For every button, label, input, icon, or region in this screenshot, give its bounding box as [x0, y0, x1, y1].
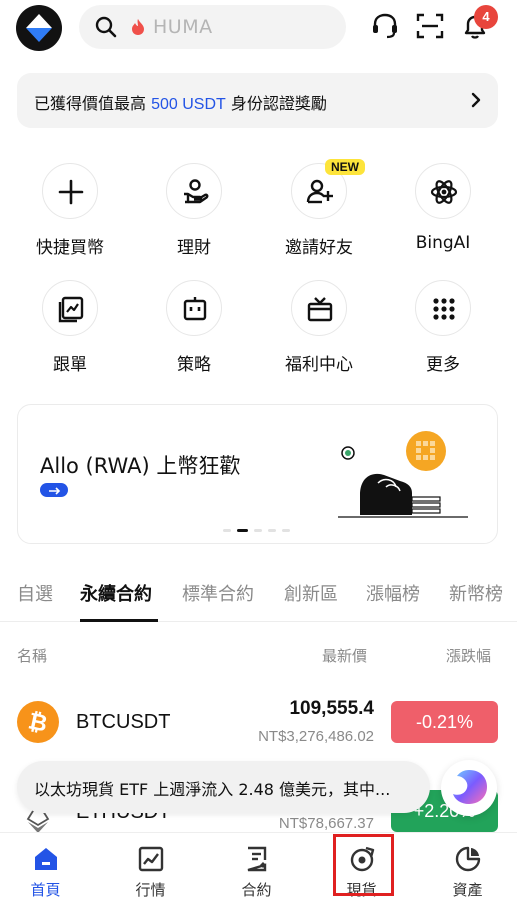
promo-carousel-card[interactable]: Allo (RWA) 上幣狂歡: [17, 404, 498, 544]
quick-action-label: 邀請好友: [285, 238, 353, 258]
nav-home[interactable]: 首頁: [0, 833, 97, 897]
quick-action-rewards-center[interactable]: 福利中心: [269, 280, 369, 380]
market-chart-icon: [138, 846, 164, 872]
market-tabs: 自選 永續合約 標準合約 創新區 漲幅榜 新幣榜: [0, 570, 517, 622]
quick-action-buy-crypto[interactable]: 快捷買幣: [20, 163, 120, 263]
more-grid-icon: [433, 298, 455, 320]
copy-trade-icon: [58, 296, 84, 323]
hot-flame-icon: [132, 19, 144, 35]
scan-icon[interactable]: [414, 10, 446, 42]
symbol: BTCUSDT: [76, 711, 171, 733]
nav-assets[interactable]: 資產: [416, 833, 517, 897]
news-ticker-toast[interactable]: 以太坊現貨 ETF 上週淨流入 2.48 億美元，其中...: [17, 761, 430, 813]
quick-action-label: 福利中心: [285, 355, 353, 375]
tab-favorites[interactable]: 自選: [17, 580, 53, 606]
tab-standard-futures[interactable]: 標準合約: [182, 580, 254, 606]
promo-title: Allo (RWA) 上幣狂歡: [40, 454, 241, 478]
notification-badge: 4: [474, 5, 498, 29]
quick-action-bingai[interactable]: BingAI: [393, 163, 493, 263]
ai-orb-icon: [453, 770, 487, 804]
carousel-indicator: [223, 529, 290, 532]
quick-action-strategy[interactable]: 策略: [144, 280, 244, 380]
headset-icon[interactable]: [369, 10, 401, 42]
svg-text:₿: ₿: [26, 708, 50, 737]
arrow-right-icon: [49, 487, 61, 495]
spot-tab-highlight: [333, 834, 394, 896]
fiat-price: NT$78,667.37: [278, 815, 374, 832]
chevron-right-icon: [471, 92, 481, 108]
plus-icon: [58, 179, 84, 205]
news-text: 以太坊現貨 ETF 上週淨流入 2.48 億美元，其中...: [34, 780, 391, 799]
tab-top-gainers[interactable]: 漲幅榜: [366, 580, 420, 606]
kyc-reward-banner[interactable]: 已獲得價值最高 500 USDT 身份認證獎勵: [17, 73, 498, 128]
column-header-last-price[interactable]: 最新價: [322, 645, 367, 666]
promo-illustration: [338, 431, 468, 518]
column-header-name[interactable]: 名稱: [17, 645, 47, 666]
hand-coin-icon: [184, 179, 209, 204]
quick-action-label: 快捷買幣: [36, 238, 104, 258]
top-header: HUMA 4: [0, 0, 517, 60]
quick-action-label: BingAI: [415, 233, 471, 253]
active-tab-indicator: [80, 619, 158, 622]
bot-icon: [183, 297, 207, 321]
app-logo[interactable]: [16, 5, 62, 51]
search-bar[interactable]: HUMA: [79, 5, 346, 49]
quick-action-invite-friends[interactable]: 邀請好友: [269, 163, 369, 263]
fiat-price: NT$3,276,486.02: [258, 728, 374, 745]
home-icon: [35, 848, 57, 870]
change-badge[interactable]: -0.21%: [391, 701, 498, 743]
ai-assistant-button[interactable]: [441, 760, 497, 816]
column-header-change[interactable]: 漲跌幅: [446, 645, 491, 666]
atom-icon: [430, 180, 458, 204]
nav-contracts[interactable]: 合約: [205, 833, 308, 897]
bottom-nav: 首頁 行情 合約 現貨 資產: [0, 832, 517, 897]
quick-action-label: 跟單: [53, 355, 87, 375]
last-price: 109,555.4: [289, 698, 374, 719]
tab-perpetual[interactable]: 永續合約: [80, 580, 152, 606]
tab-new-listings[interactable]: 新幣榜: [449, 580, 503, 606]
quick-action-copy-trading[interactable]: 跟單: [20, 280, 120, 380]
nav-markets[interactable]: 行情: [99, 833, 202, 897]
assets-pie-icon: [455, 846, 481, 872]
quick-action-label: 更多: [426, 355, 460, 375]
quick-action-label: 理財: [177, 238, 211, 258]
bitcoin-icon: ₿: [17, 701, 59, 743]
contract-icon: [247, 846, 267, 872]
banner-text: 已獲得價值最高 500 USDT 身份認證獎勵: [34, 94, 327, 113]
promo-arrow-button[interactable]: [40, 483, 68, 497]
gift-icon: [307, 297, 333, 322]
search-placeholder: HUMA: [153, 16, 213, 38]
tab-innovation[interactable]: 創新區: [284, 580, 338, 606]
quick-action-earn[interactable]: 理財: [144, 163, 244, 263]
search-icon: [95, 16, 117, 38]
add-user-icon: [306, 179, 333, 204]
quick-action-label: 策略: [177, 355, 211, 375]
quick-action-more[interactable]: 更多: [393, 280, 493, 380]
new-badge: NEW: [325, 159, 365, 175]
